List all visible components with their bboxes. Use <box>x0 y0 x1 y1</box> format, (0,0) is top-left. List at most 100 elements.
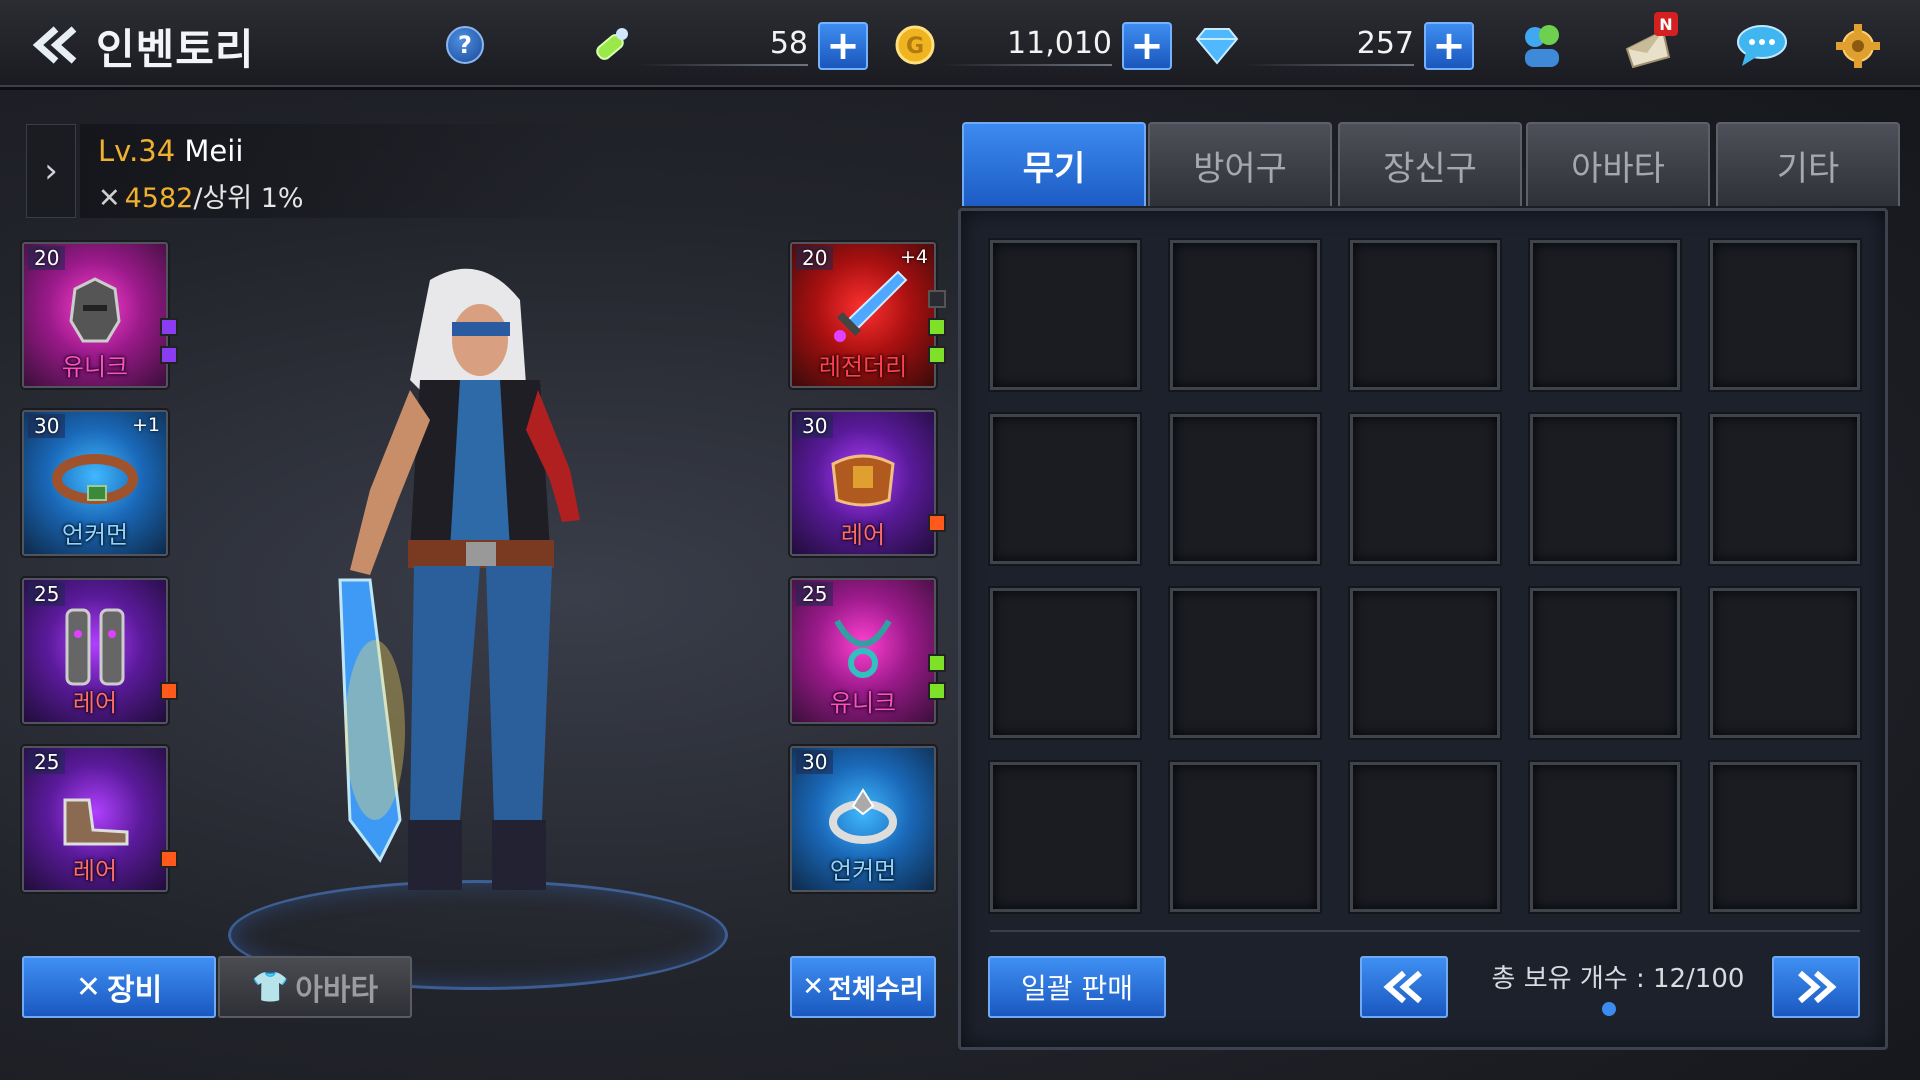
inventory-slot[interactable] <box>990 762 1140 912</box>
inventory-slot[interactable] <box>1710 414 1860 564</box>
slot-rarity: 레어 <box>72 857 118 885</box>
gem-socket <box>928 654 946 672</box>
add-stamina-button[interactable]: + <box>818 22 868 70</box>
equip-tab-button[interactable]: ✕ 장비 <box>22 956 216 1018</box>
helmet-icon <box>24 266 166 356</box>
inventory-slot[interactable] <box>1710 762 1860 912</box>
crossed-swords-icon: ✕ <box>98 183 121 214</box>
item-count-text: 총 보유 개수 : 12/100 <box>1491 964 1745 994</box>
slot-rarity: 레어 <box>72 689 118 717</box>
equip-tab-label: 장비 <box>106 973 163 1008</box>
inventory-slot[interactable] <box>1350 240 1500 390</box>
gem-socket <box>160 318 178 336</box>
chevron-right-icon: › <box>44 151 58 191</box>
gold-bar <box>942 64 1112 66</box>
equip-slot-ring[interactable]: 30 언커먼 <box>790 746 936 892</box>
slot-rarity: 레전더리 <box>818 353 908 381</box>
inventory-slot[interactable] <box>1710 588 1860 738</box>
inventory-slot[interactable] <box>990 414 1140 564</box>
diamond-icon <box>1192 20 1242 70</box>
inventory-slot[interactable] <box>990 588 1140 738</box>
next-page-button[interactable] <box>1772 956 1860 1018</box>
boots-icon <box>24 770 166 860</box>
top-bar: 인벤토리 ? 58 + G 11,010 + 257 + N <box>0 0 1920 90</box>
settings-button[interactable] <box>1830 18 1886 74</box>
panel-divider <box>990 930 1860 932</box>
tab-avatar[interactable]: 아바타 <box>1526 122 1710 206</box>
add-gold-button[interactable]: + <box>1122 22 1172 70</box>
inventory-slot[interactable] <box>1350 588 1500 738</box>
equip-slot-bracer[interactable]: 30 레어 <box>790 410 936 556</box>
avatar-tab-button[interactable]: 👕 아바타 <box>218 956 412 1018</box>
mail-button[interactable]: N <box>1620 12 1678 74</box>
gem-socket <box>160 850 178 868</box>
tab-etc[interactable]: 기타 <box>1716 122 1900 206</box>
gold-coin-icon: G <box>890 20 940 70</box>
inventory-slot[interactable] <box>1170 240 1320 390</box>
stamina-bar <box>638 64 808 66</box>
double-chevron-left-icon <box>32 26 77 64</box>
inventory-slot[interactable] <box>1170 762 1320 912</box>
inventory-slot[interactable] <box>1170 588 1320 738</box>
bulk-sell-button[interactable]: 일괄 판매 <box>988 956 1166 1018</box>
gem-bar <box>1244 64 1414 66</box>
add-gem-button[interactable]: + <box>1424 22 1474 70</box>
character-level: Lv.34 <box>98 134 176 168</box>
inventory-slot[interactable] <box>1530 588 1680 738</box>
inventory-slot[interactable] <box>990 240 1140 390</box>
slot-rarity: 유니크 <box>61 353 129 381</box>
inventory-slot[interactable] <box>1170 414 1320 564</box>
gem-socket <box>928 318 946 336</box>
back-button[interactable] <box>28 22 84 68</box>
gem-resource: 257 + <box>1192 20 1482 70</box>
friends-icon <box>1525 25 1559 67</box>
prev-page-button[interactable] <box>1360 956 1448 1018</box>
stamina-value: 58 <box>769 26 808 61</box>
character-level-name: Lv.34 Meii <box>98 134 243 168</box>
gold-resource: G 11,010 + <box>890 20 1180 70</box>
inventory-slot[interactable] <box>1710 240 1860 390</box>
double-chevron-left-icon <box>1383 970 1422 1004</box>
page-title: 인벤토리 <box>96 25 255 74</box>
equip-slot-legs[interactable]: 25 레어 <box>22 578 168 724</box>
chat-button[interactable] <box>1734 18 1790 74</box>
equip-slot-belt[interactable]: 30 +1 언커먼 <box>22 410 168 556</box>
sword-icon <box>792 266 934 356</box>
crossed-swords-icon: ✕ <box>75 969 101 1005</box>
leg-armor-icon <box>24 602 166 692</box>
friends-button[interactable] <box>1514 18 1570 74</box>
double-chevron-right-icon <box>1798 970 1837 1004</box>
inventory-slot[interactable] <box>1530 762 1680 912</box>
slot-enhance: +1 <box>131 414 160 436</box>
inventory-slot[interactable] <box>1530 414 1680 564</box>
bracer-icon <box>792 434 934 524</box>
tab-armor[interactable]: 방어구 <box>1148 122 1332 206</box>
stamina-potion-icon <box>586 20 636 70</box>
power-value: 4582 <box>124 183 194 214</box>
chat-icon <box>1737 25 1787 66</box>
character-power: ✕ 4582/상위 1% <box>98 176 304 215</box>
notification-badge: N <box>1654 12 1678 36</box>
inventory-slot[interactable] <box>1530 240 1680 390</box>
slot-rarity: 레어 <box>840 521 886 549</box>
gem-socket <box>928 290 946 308</box>
equip-slot-helmet[interactable]: 20 유니크 <box>22 242 168 388</box>
tab-accessory[interactable]: 장신구 <box>1338 122 1522 206</box>
gem-socket <box>928 514 946 532</box>
slot-rarity: 유니크 <box>829 689 897 717</box>
gem-value: 257 <box>1356 26 1414 61</box>
gem-socket <box>160 682 178 700</box>
inventory-slot[interactable] <box>1350 414 1500 564</box>
gem-socket <box>160 346 178 364</box>
help-button[interactable]: ? <box>446 26 484 64</box>
slot-enhance: +4 <box>899 246 928 268</box>
character-expand-button[interactable]: › <box>26 124 76 218</box>
tab-weapon[interactable]: 무기 <box>962 122 1146 206</box>
repair-all-button[interactable]: ✕ 전체수리 <box>790 956 936 1018</box>
equip-slot-boots[interactable]: 25 레어 <box>22 746 168 892</box>
gem-socket <box>928 346 946 364</box>
inventory-slot[interactable] <box>1350 762 1500 912</box>
character-info: Lv.34 Meii ✕ 4582/상위 1% <box>80 124 600 218</box>
equip-slot-necklace[interactable]: 25 유니크 <box>790 578 936 724</box>
equip-slot-weapon[interactable]: 20 +4 레전더리 <box>790 242 936 388</box>
